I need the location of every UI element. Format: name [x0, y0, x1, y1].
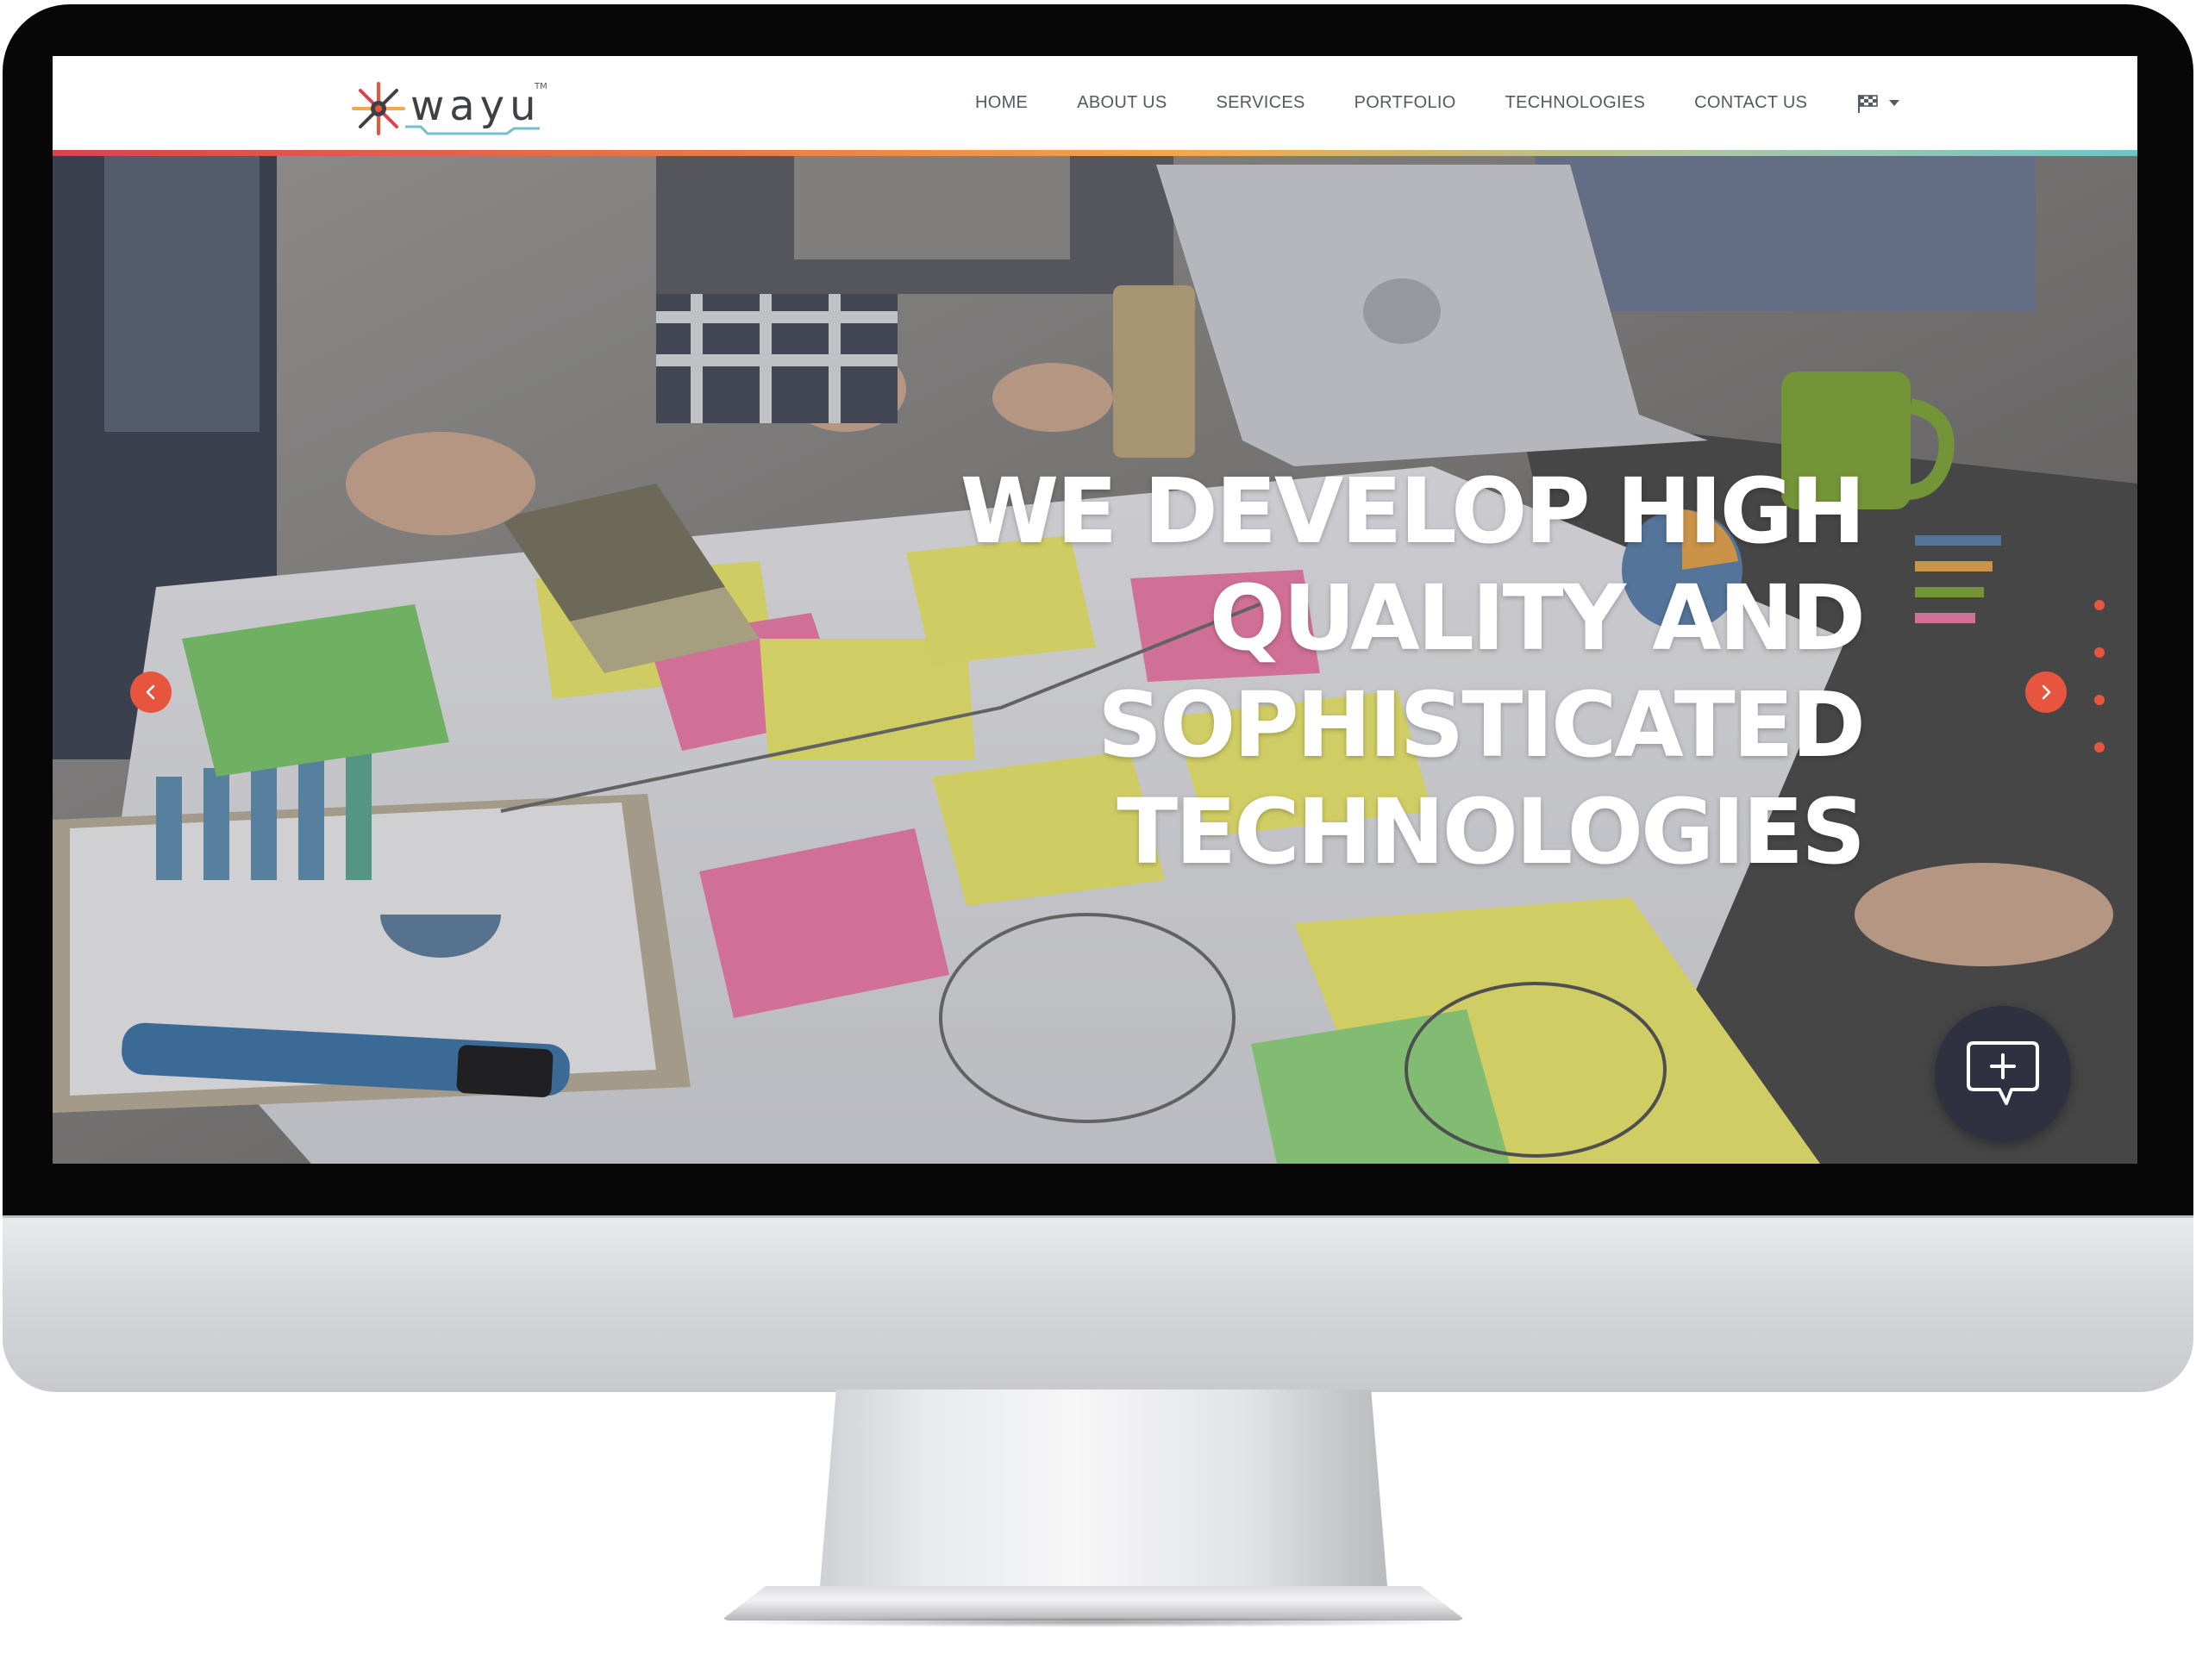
logo-underline-icon: [405, 125, 540, 135]
nav-technologies[interactable]: TECHNOLOGIES: [1505, 93, 1646, 113]
slider-dot-2[interactable]: [2094, 647, 2105, 658]
chevron-left-icon: [146, 684, 155, 700]
logo-trademark: TM: [535, 82, 547, 91]
stand-shadow: [716, 1617, 1474, 1627]
nav-color-stripe: [53, 150, 2137, 156]
language-selector[interactable]: [1856, 93, 1900, 114]
chevron-right-icon: [2042, 684, 2051, 700]
chat-plus-icon: [1967, 1041, 2039, 1105]
logo-mark-icon: [352, 82, 405, 135]
headline-line-1: WE DEVELOP HIGH: [960, 459, 1866, 564]
top-navbar: wayu TM HOME ABOUT US SERVICES PORTFOLIO…: [53, 56, 2137, 150]
caret-down-icon: [1889, 99, 1900, 106]
hero-headline: WE DEVELOP HIGH QUALITY AND SOPHISTICATE…: [915, 458, 1866, 885]
monitor-stand: [819, 1390, 1388, 1596]
nav-about-us[interactable]: ABOUT US: [1077, 93, 1167, 113]
monitor-mockup: wayu TM HOME ABOUT US SERVICES PORTFOLIO…: [0, 0, 2196, 1680]
monitor-chin: [3, 1215, 2193, 1392]
nav-contact-us[interactable]: CONTACT US: [1694, 93, 1807, 113]
slider-dot-1[interactable]: [2094, 600, 2105, 610]
nav-portfolio[interactable]: PORTFOLIO: [1355, 93, 1456, 113]
monitor-stand-base: [721, 1586, 1466, 1621]
flag-icon: [1858, 94, 1879, 113]
headline-line-3: SOPHISTICATED: [1098, 672, 1866, 778]
slider-pagination: [2094, 600, 2106, 755]
chat-button[interactable]: [1935, 1006, 2071, 1142]
slider-prev-button[interactable]: [130, 671, 172, 713]
screen: wayu TM HOME ABOUT US SERVICES PORTFOLIO…: [53, 56, 2137, 1164]
nav-home[interactable]: HOME: [975, 93, 1028, 113]
headline-line-2: QUALITY AND: [1209, 565, 1866, 671]
slider-dot-3[interactable]: [2094, 695, 2105, 705]
slider-next-button[interactable]: [2025, 671, 2067, 713]
headline-line-4: TECHNOLOGIES: [1117, 779, 1866, 884]
nav-services[interactable]: SERVICES: [1216, 93, 1304, 113]
slider-dot-4[interactable]: [2094, 742, 2105, 753]
main-menu: HOME ABOUT US SERVICES PORTFOLIO TECHNOL…: [975, 56, 1900, 150]
brand-logo[interactable]: wayu TM: [350, 80, 548, 137]
hero-slider: WE DEVELOP HIGH QUALITY AND SOPHISTICATE…: [53, 156, 2137, 1164]
